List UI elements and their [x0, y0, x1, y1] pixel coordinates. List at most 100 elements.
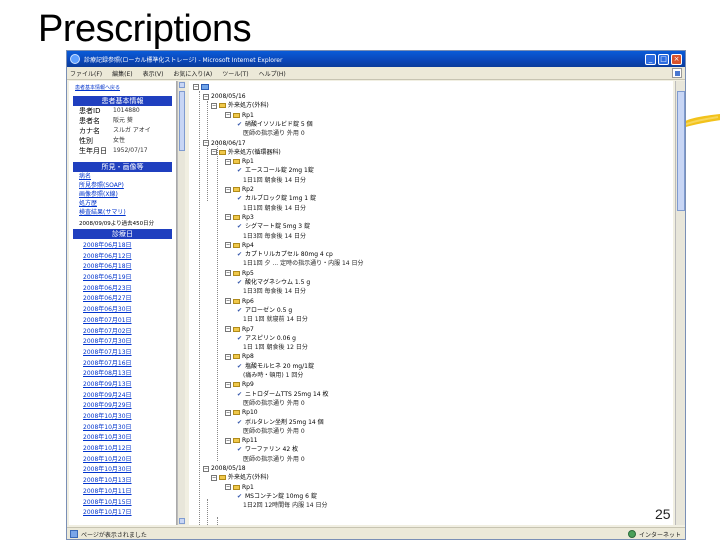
- tree-rp-node[interactable]: − Rp1: [225, 484, 254, 492]
- collapse-toggle-icon[interactable]: −: [225, 409, 231, 416]
- visit-date-link[interactable]: 2008年10月12日: [69, 444, 176, 455]
- collapse-toggle-icon[interactable]: −: [211, 102, 217, 109]
- menu-help[interactable]: ヘルプ(H): [259, 69, 286, 78]
- collapse-toggle-icon[interactable]: −: [203, 465, 209, 472]
- collapse-toggle-icon[interactable]: −: [225, 353, 231, 360]
- tree-dose-node[interactable]: 1日3回 毎食後 14 日分: [243, 288, 306, 296]
- visit-date-link[interactable]: 2008年10月30日: [69, 412, 176, 423]
- scroll-thumb[interactable]: [677, 91, 685, 211]
- tree-drug-node[interactable]: ✔ カルブロック錠 1mg 1 錠: [237, 195, 316, 203]
- tree-drug-node[interactable]: ✔ 酸化マグネシウム 1.5 g: [237, 279, 310, 287]
- tree-drug-node[interactable]: ✔ ボルタレン坐剤 25mg 14 個: [237, 419, 324, 427]
- tree-rp-node[interactable]: − Rp6: [225, 298, 254, 306]
- tree-drug-node[interactable]: ✔ エースコール錠 2mg 1錠: [237, 167, 314, 175]
- tree-rp-node[interactable]: − Rp7: [225, 326, 254, 334]
- collapse-toggle-icon[interactable]: −: [225, 381, 231, 388]
- visit-date-link[interactable]: 2008年07月30日: [69, 337, 176, 348]
- tree-drug-node[interactable]: ✔ ワーファリン 42 枚: [237, 446, 298, 454]
- visit-date-link[interactable]: 2008年09月24日: [69, 391, 176, 402]
- findings-link[interactable]: 処方歴: [69, 199, 176, 208]
- collapse-toggle-icon[interactable]: −: [225, 186, 231, 193]
- tree-rp-node[interactable]: − Rp3: [225, 214, 254, 222]
- tree-rp-node[interactable]: − Rp10: [225, 409, 258, 417]
- tree-drug-node[interactable]: ✔ 塩酸モルヒネ 20 mg/1錠: [237, 363, 314, 371]
- visit-date-link[interactable]: 2008年10月30日: [69, 465, 176, 476]
- tree-rp-node[interactable]: − Rp4: [225, 242, 254, 250]
- tree-group-node[interactable]: − 外来処方(外科): [211, 102, 269, 110]
- tree-drug-node[interactable]: ✔ カプトリルカプセル 80mg 4 cp: [237, 251, 333, 259]
- tree-dose-node[interactable]: 1日 1回 朝食後 12 日分: [243, 344, 308, 352]
- tree-date-node[interactable]: −2008/05/18: [203, 465, 246, 473]
- findings-link[interactable]: 検査結果(サマリ): [69, 208, 176, 217]
- tree-rp-node[interactable]: − Rp11: [225, 437, 258, 445]
- collapse-toggle-icon[interactable]: −: [225, 214, 231, 221]
- tree-dose-node[interactable]: 1日 1回 就寝前 14 日分: [243, 316, 308, 324]
- tree-dose-node[interactable]: 1日3回 毎食後 14 日分: [243, 233, 306, 241]
- left-scrollbar[interactable]: [177, 81, 185, 525]
- tree-drug-node[interactable]: ✔ 硝酸イソソルビド錠 5 個: [237, 121, 313, 129]
- visit-date-link[interactable]: 2008年09月29日: [69, 401, 176, 412]
- visit-date-link[interactable]: 2008年06月18日: [69, 262, 176, 273]
- visit-date-link[interactable]: 2008年07月16日: [69, 359, 176, 370]
- visit-date-link[interactable]: 2008年07月01日: [69, 316, 176, 327]
- tree-date-node[interactable]: −2008/05/16: [203, 93, 246, 101]
- tree-drug-node[interactable]: ✔ アスピリン 0.06 g: [237, 335, 296, 343]
- tree-dose-node[interactable]: 医師の指示通り 外用 0: [243, 456, 305, 464]
- collapse-toggle-icon[interactable]: −: [225, 437, 231, 444]
- home-link[interactable]: 患者基本情報へ戻る: [69, 81, 176, 94]
- maximize-button[interactable]: □: [658, 53, 669, 65]
- tree-group-node[interactable]: − 外来処方(循環器科): [211, 149, 281, 157]
- visit-date-link[interactable]: 2008年07月02日: [69, 327, 176, 338]
- visit-date-link[interactable]: 2008年10月15日: [69, 498, 176, 509]
- collapse-toggle-icon[interactable]: −: [225, 270, 231, 277]
- visit-date-link[interactable]: 2008年08月13日: [69, 369, 176, 380]
- collapse-toggle-icon[interactable]: −: [225, 326, 231, 332]
- tree-rp-node[interactable]: − Rp9: [225, 381, 254, 389]
- tree-rp-node[interactable]: − Rp5: [225, 270, 254, 278]
- tree-group-node[interactable]: − 外来処方(外科): [211, 474, 269, 482]
- findings-link[interactable]: 所見参照(SOAP): [69, 181, 176, 190]
- visit-date-link[interactable]: 2008年09月13日: [69, 380, 176, 391]
- scroll-up-arrow-icon[interactable]: [179, 82, 185, 88]
- tree-drug-node[interactable]: ✔ シグマート錠 5mg 3 錠: [237, 223, 310, 231]
- tree-root[interactable]: −: [193, 83, 209, 91]
- menu-tools[interactable]: ツール(T): [222, 69, 248, 78]
- right-scrollbar[interactable]: [675, 81, 685, 525]
- collapse-toggle-icon[interactable]: −: [225, 112, 231, 119]
- tree-dose-node[interactable]: 1日2回 12時間毎 内服 14 日分: [243, 502, 328, 510]
- visit-date-link[interactable]: 2008年10月17日: [69, 508, 176, 519]
- collapse-toggle-icon[interactable]: −: [225, 242, 231, 249]
- visit-date-link[interactable]: 2008年10月11日: [69, 487, 176, 498]
- visit-date-link[interactable]: 2008年06月30日: [69, 305, 176, 316]
- collapse-toggle-icon[interactable]: −: [203, 140, 209, 146]
- menu-view[interactable]: 表示(V): [143, 69, 164, 78]
- tree-dose-node[interactable]: 医師の指示通り 外用 0: [243, 130, 305, 138]
- scroll-down-arrow-icon[interactable]: [179, 518, 185, 524]
- visit-date-link[interactable]: 2008年06月19日: [69, 273, 176, 284]
- visit-date-link[interactable]: 2008年10月30日: [69, 433, 176, 444]
- tree-drug-node[interactable]: ✔ ニトロダームTTS 25mg 14 枚: [237, 391, 329, 399]
- visit-date-link[interactable]: 2008年06月18日: [69, 241, 176, 252]
- collapse-toggle-icon[interactable]: −: [211, 474, 217, 481]
- visit-date-link[interactable]: 2008年06月27日: [69, 294, 176, 305]
- visit-date-link[interactable]: 2008年10月20日: [69, 455, 176, 466]
- collapse-toggle-icon[interactable]: −: [193, 83, 199, 90]
- scroll-thumb[interactable]: [179, 91, 185, 151]
- tree-rp-node[interactable]: − Rp1: [225, 112, 254, 120]
- collapse-toggle-icon[interactable]: −: [203, 93, 209, 100]
- visit-date-link[interactable]: 2008年06月12日: [69, 252, 176, 263]
- tree-rp-node[interactable]: − Rp2: [225, 186, 254, 194]
- visit-date-link[interactable]: 2008年10月13日: [69, 476, 176, 487]
- tree-rp-node[interactable]: − Rp1: [225, 158, 254, 166]
- tree-drug-node[interactable]: ✔ アローゼン 0.5 g: [237, 307, 292, 315]
- collapse-toggle-icon[interactable]: −: [225, 158, 231, 165]
- visit-date-link[interactable]: 2008年10月30日: [69, 423, 176, 434]
- tree-date-node[interactable]: −2008/06/17: [203, 140, 246, 148]
- tree-dose-node[interactable]: 医師の指示通り 外用 0: [243, 428, 305, 436]
- menu-favorites[interactable]: お気に入り(A): [173, 69, 212, 78]
- tree-drug-node[interactable]: ✔ MSコンチン錠 10mg 6 錠: [237, 493, 317, 501]
- tree-dose-node[interactable]: (痛み時・頓用) 1 回分: [243, 372, 303, 380]
- tree-dose-node[interactable]: 1日1回 朝食後 14 日分: [243, 177, 306, 185]
- menu-edit[interactable]: 編集(E): [112, 69, 132, 78]
- minimize-button[interactable]: _: [645, 53, 656, 65]
